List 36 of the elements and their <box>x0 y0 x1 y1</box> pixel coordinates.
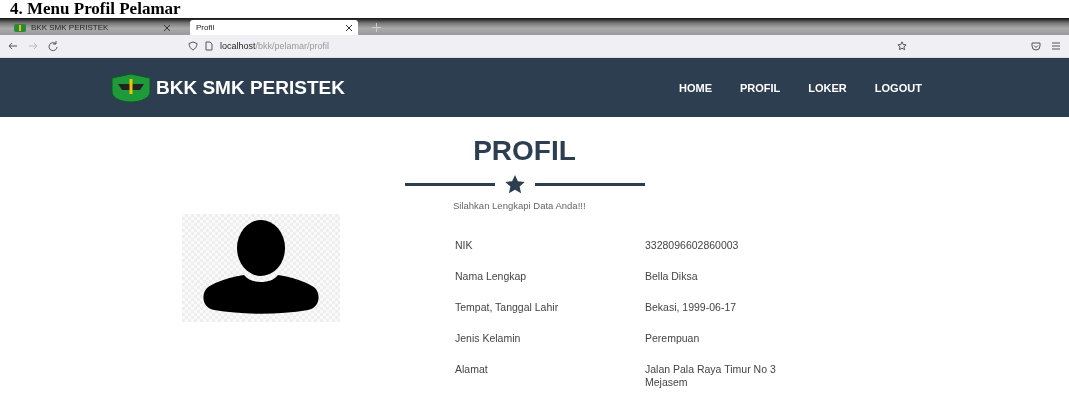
nav-link[interactable]: PROFIL <box>739 81 781 94</box>
tab-title: Profil <box>196 23 216 32</box>
nav-link[interactable]: LOKER <box>808 81 847 94</box>
instruction-text: Silahkan Lengkapi Data Anda!!! <box>453 200 587 211</box>
plus-icon[interactable] <box>372 23 381 32</box>
field-label: Tempat, Tanggal Lahir <box>455 301 560 314</box>
browser-tab[interactable]: BKK SMK PERISTEK <box>8 20 176 35</box>
star-icon <box>504 175 525 194</box>
tab-title: BKK SMK PERISTEK <box>31 23 110 32</box>
url-path: /bkk/pelamar/profil <box>255 41 330 51</box>
star-icon[interactable] <box>897 41 907 51</box>
url-host: localhost <box>220 41 256 51</box>
field-value: Jalan Pala Raya Timur No 3 Mejasem <box>645 363 777 389</box>
document-heading: 4. Menu Profil Pelamar <box>10 0 181 18</box>
field-value: Bekasi, 1999-06-17 <box>645 301 738 314</box>
field-value: 3328096602860003 <box>645 239 740 252</box>
back-arrow-icon[interactable] <box>8 41 18 51</box>
page-icon[interactable] <box>204 41 214 51</box>
field-label: Alamat <box>455 363 489 377</box>
logo-icon <box>110 71 152 104</box>
field-value: Perempuan <box>645 332 701 345</box>
shield-icon[interactable] <box>188 41 198 51</box>
logo-icon <box>14 23 26 32</box>
page-title: PROFIL <box>473 135 576 167</box>
field-label: Jenis Kelamin <box>455 332 522 345</box>
pocket-icon[interactable] <box>1031 41 1041 51</box>
field-value: Bella Diksa <box>645 270 699 283</box>
field-label: NIK <box>455 239 474 252</box>
nav-link[interactable]: HOME <box>678 81 712 94</box>
nav-link[interactable]: LOGOUT <box>874 81 922 94</box>
close-icon[interactable] <box>346 24 352 31</box>
close-icon[interactable] <box>164 24 170 31</box>
browser-tab[interactable]: Profil <box>190 20 358 35</box>
reload-icon[interactable] <box>48 41 58 51</box>
field-label: Nama Lengkap <box>455 270 528 283</box>
site-brand[interactable]: BKK SMK PERISTEK <box>156 76 345 99</box>
